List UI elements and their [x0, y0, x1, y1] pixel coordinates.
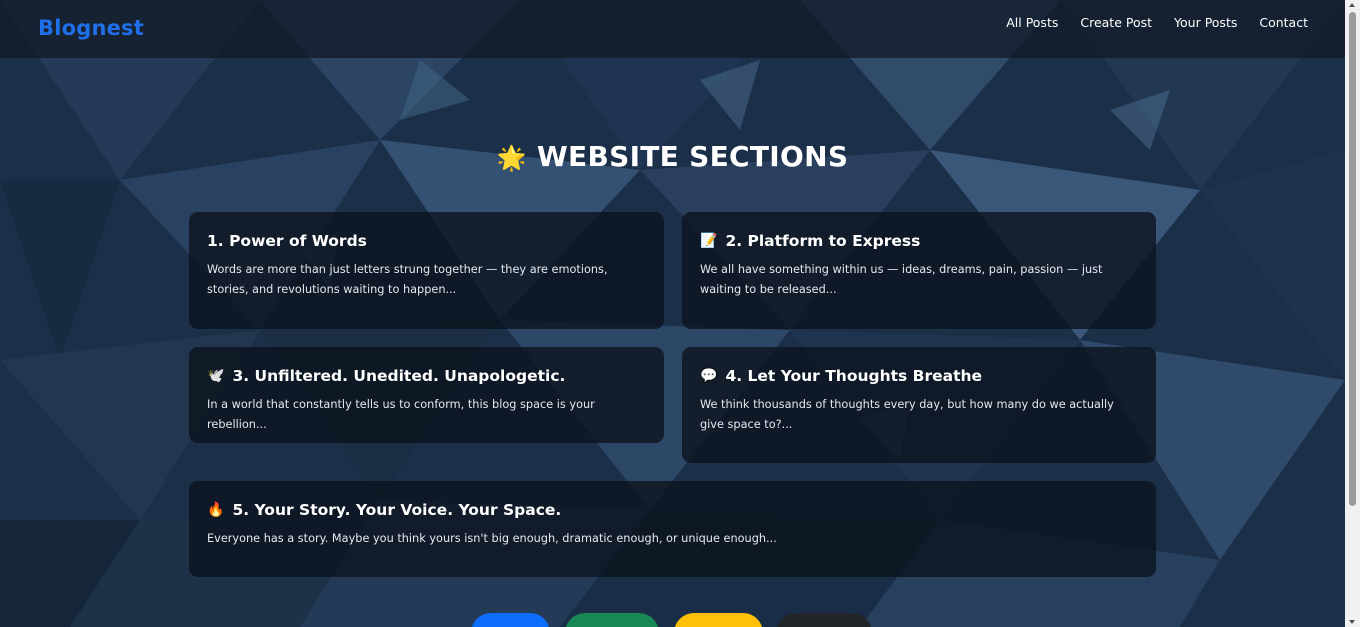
card-title: 📝 2. Platform to Express — [700, 232, 1138, 250]
section-title: 🌟 WEBSITE SECTIONS — [0, 140, 1345, 173]
brand-logo[interactable]: Blognest — [38, 16, 144, 40]
scroll-down-arrow-icon[interactable] — [1349, 620, 1355, 624]
nav-link-all-posts[interactable]: All Posts — [1006, 15, 1058, 30]
bottom-button-green[interactable] — [565, 613, 659, 627]
star-icon: 🌟 — [496, 144, 527, 172]
nav-links: All Posts Create Post Your Posts Contact — [1006, 15, 1308, 30]
card-title-text: 4. Let Your Thoughts Breathe — [725, 367, 983, 385]
section-card-5[interactable]: 🔥 5. Your Story. Your Voice. Your Space. … — [189, 481, 1156, 577]
nav-link-create-post[interactable]: Create Post — [1080, 15, 1152, 30]
section-card-2[interactable]: 📝 2. Platform to Express We all have some… — [682, 212, 1156, 329]
section-card-4[interactable]: 💬 4. Let Your Thoughts Breathe We think t… — [682, 347, 1156, 463]
section-title-text: WEBSITE SECTIONS — [536, 140, 849, 173]
bottom-button-blue[interactable] — [471, 613, 550, 627]
section-card-1[interactable]: 1. Power of Words Words are more than ju… — [189, 212, 664, 329]
card-title-text: 1. Power of Words — [207, 232, 367, 250]
fire-icon: 🔥 — [207, 502, 225, 518]
card-description: We think thousands of thoughts every day… — [700, 398, 1114, 431]
card-description: In a world that constantly tells us to c… — [207, 398, 595, 431]
card-title: 💬 4. Let Your Thoughts Breathe — [700, 367, 1138, 385]
section-card-3[interactable]: 🕊️ 3. Unfiltered. Unedited. Unapologetic.… — [189, 347, 664, 443]
card-title-text: 3. Unfiltered. Unedited. Unapologetic. — [232, 367, 566, 385]
card-description: Everyone has a story. Maybe you think yo… — [207, 532, 777, 545]
nav-link-contact[interactable]: Contact — [1259, 15, 1308, 30]
card-description: Words are more than just letters strung … — [207, 263, 608, 296]
dove-icon: 🕊️ — [207, 368, 225, 384]
card-title-text: 5. Your Story. Your Voice. Your Space. — [232, 501, 562, 519]
card-title-text: 2. Platform to Express — [725, 232, 921, 250]
card-title: 1. Power of Words — [207, 232, 646, 250]
scrollbar[interactable] — [1345, 0, 1360, 627]
scrollbar-thumb[interactable] — [1349, 12, 1356, 506]
bottom-button-yellow[interactable] — [674, 613, 763, 627]
memo-icon: 📝 — [700, 233, 718, 249]
card-title: 🕊️ 3. Unfiltered. Unedited. Unapologetic. — [207, 367, 646, 385]
navbar: Blognest All Posts Create Post Your Post… — [0, 0, 1345, 58]
speech-bubble-icon: 💬 — [700, 368, 718, 384]
scroll-up-arrow-icon[interactable] — [1349, 3, 1355, 7]
card-description: We all have something within us — ideas,… — [700, 263, 1103, 296]
bottom-button-dark[interactable] — [776, 613, 872, 627]
nav-link-your-posts[interactable]: Your Posts — [1174, 15, 1237, 30]
card-title: 🔥 5. Your Story. Your Voice. Your Space. — [207, 501, 1138, 519]
